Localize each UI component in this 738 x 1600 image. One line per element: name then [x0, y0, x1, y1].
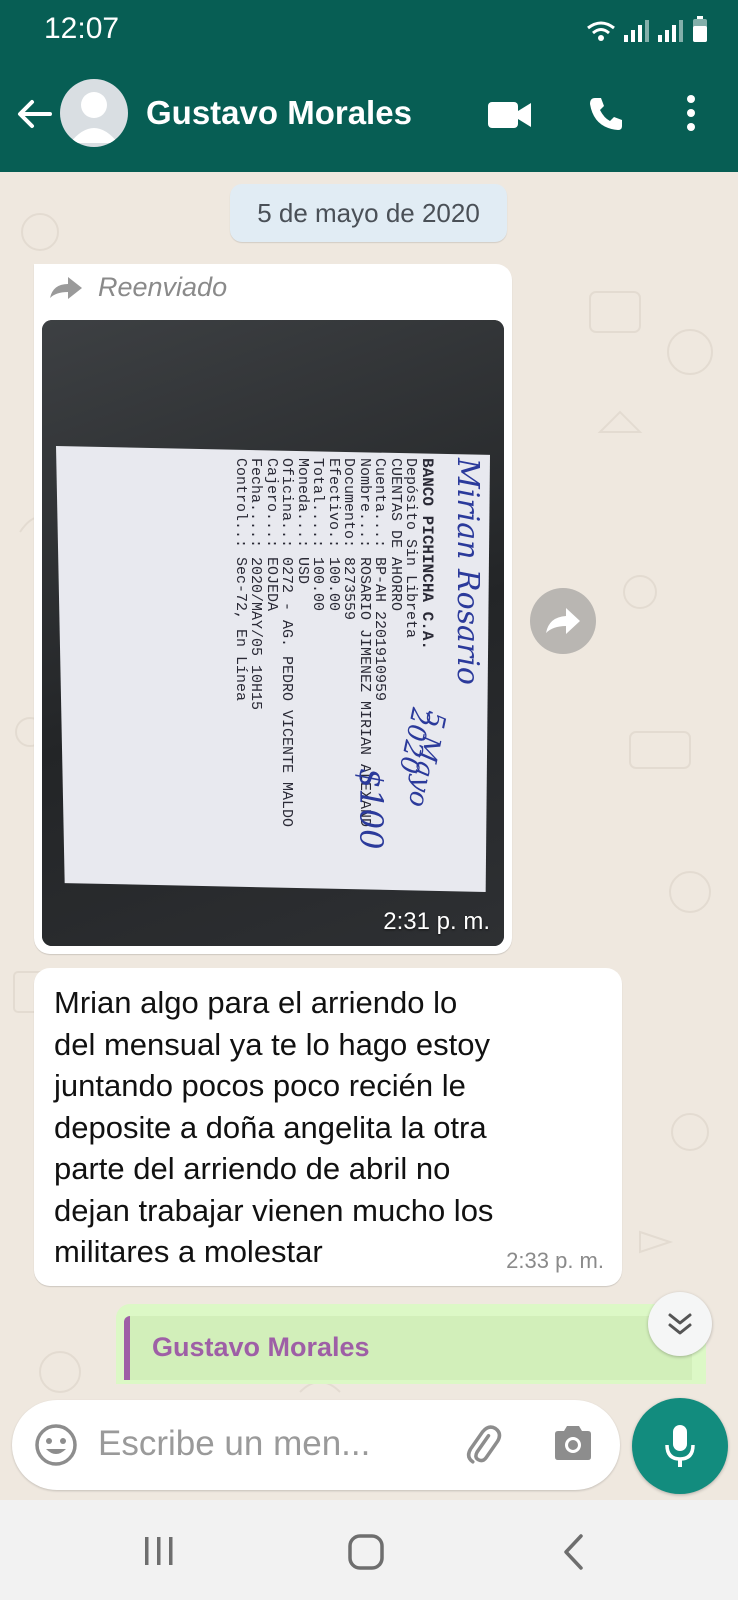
receipt-text-rotated: Mirian Rosario 5 Mayo 2020 $100 BANCO PI…: [64, 458, 485, 878]
quoted-message[interactable]: Gustavo Morales: [124, 1316, 692, 1380]
date-chip: 5 de mayo de 2020: [230, 184, 507, 242]
forward-arrow-icon: [546, 608, 580, 634]
contact-name[interactable]: Gustavo Morales: [146, 94, 412, 132]
forwarded-text: Reenviado: [98, 272, 228, 302]
video-call-icon[interactable]: [488, 100, 532, 130]
quoted-name: Gustavo Morales: [152, 1332, 370, 1362]
outgoing-message-bubble[interactable]: Gustavo Morales: [116, 1304, 706, 1384]
home-icon[interactable]: [348, 1534, 384, 1570]
text-message-bubble[interactable]: Mrian algo para el arriendo lo del mensu…: [34, 968, 622, 1286]
chat-header: Gustavo Morales: [0, 58, 738, 172]
voice-call-icon[interactable]: [588, 96, 624, 132]
back-arrow-icon[interactable]: [14, 94, 54, 134]
message-input[interactable]: Escribe un men...: [98, 1424, 370, 1464]
voice-record-button[interactable]: [632, 1398, 728, 1494]
emoji-icon[interactable]: [34, 1423, 78, 1467]
wifi-icon: [587, 21, 615, 41]
receipt-line: Oficina..: 0272 - AG. PEDRO VICENTE MALD…: [278, 458, 296, 828]
receipt-line: Control..: Sec-72, En Línea: [232, 458, 249, 702]
scroll-to-bottom-button[interactable]: [648, 1292, 712, 1356]
double-chevron-down-icon: [668, 1313, 692, 1335]
signal-icon-2: [658, 20, 683, 42]
receipt-photo[interactable]: Mirian Rosario 5 Mayo 2020 $100 BANCO PI…: [42, 320, 504, 946]
message-time: 2:33 p. m.: [506, 1248, 604, 1273]
avatar-icon: [70, 92, 118, 143]
image-message-bubble[interactable]: Reenviado Mirian Rosario 5 Mayo 2020 $10…: [34, 264, 512, 954]
receipt-line: Fecha....: 2020/MAY/05 10H15: [247, 458, 265, 711]
forward-arrow-icon: [50, 276, 82, 299]
chat-area[interactable]: 5 de mayo de 2020 Reenviado Mirian Rosar…: [0, 172, 738, 1500]
recent-apps-icon[interactable]: [142, 1536, 176, 1566]
system-navigation-bar: [0, 1500, 738, 1600]
receipt-line: Total....: 100.00: [309, 458, 327, 612]
receipt-line: Efectivo.: 100.00: [325, 458, 342, 612]
back-nav-icon[interactable]: [562, 1534, 584, 1570]
attach-icon[interactable]: [460, 1423, 504, 1467]
camera-icon[interactable]: [552, 1424, 594, 1462]
microphone-icon: [665, 1425, 695, 1467]
receipt-line: Moneda...: USD: [294, 458, 311, 585]
handwritten-name: Mirian Rosario: [450, 458, 485, 685]
forward-button[interactable]: [530, 588, 596, 654]
handwritten-amount: $100: [352, 768, 390, 850]
message-text: Mrian algo para el arriendo lo del mensu…: [54, 985, 494, 1269]
message-time: 2:31 p. m.: [383, 908, 490, 935]
status-time: 12:07: [44, 12, 120, 45]
more-vert-icon[interactable]: [686, 94, 696, 132]
message-composer[interactable]: Escribe un men...: [12, 1400, 620, 1490]
forwarded-label: Reenviado: [50, 272, 227, 303]
receipt-line: Cajero...: EOJEDA: [263, 458, 280, 612]
avatar[interactable]: [60, 79, 128, 147]
status-bar: 12:07: [0, 0, 738, 58]
signal-icon: [624, 20, 649, 42]
receipt-paper: Mirian Rosario 5 Mayo 2020 $100 BANCO PI…: [56, 446, 490, 892]
battery-icon: [693, 16, 707, 42]
status-icons: [586, 16, 708, 42]
